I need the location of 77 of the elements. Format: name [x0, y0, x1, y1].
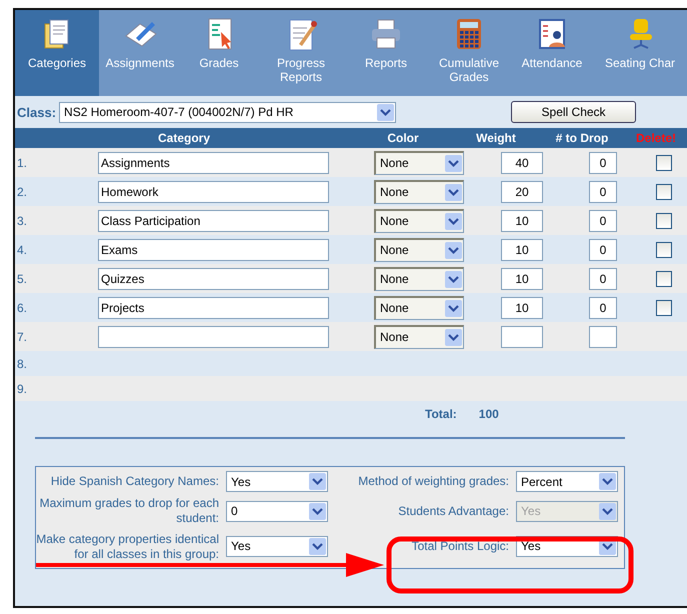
option-label: Method of weighting grades: — [357, 474, 510, 489]
category-field[interactable]: Class Participation — [98, 210, 329, 232]
row-number: 7. — [16, 330, 28, 344]
delete-checkbox[interactable] — [656, 184, 672, 200]
weight-field[interactable]: 40 — [501, 152, 543, 174]
chevron-down-icon — [445, 270, 462, 288]
weight-field[interactable]: 10 — [501, 210, 543, 232]
chevron-down-icon — [599, 473, 616, 490]
delete-checkbox[interactable] — [656, 154, 672, 170]
dropdown[interactable]: Percent — [516, 471, 618, 492]
drop-field[interactable]: 0 — [589, 152, 617, 174]
chevron-down-icon — [445, 154, 462, 172]
option-label: Students Advantage: — [397, 504, 510, 518]
color-dropdown[interactable]: None — [374, 150, 464, 174]
drop-field[interactable] — [589, 326, 617, 348]
column-header: # to Drop — [556, 131, 608, 145]
category-field[interactable]: Assignments — [98, 152, 329, 174]
row-number: 9. — [16, 382, 28, 396]
color-dropdown[interactable]: None — [374, 266, 464, 290]
color-dropdown[interactable]: None — [374, 180, 464, 204]
delete-checkbox[interactable] — [656, 242, 672, 258]
total-label: Total: — [425, 407, 457, 421]
row-number: 6. — [16, 300, 28, 314]
color-dropdown[interactable]: None — [374, 208, 464, 232]
column-header: Delete! — [636, 131, 676, 145]
delete-checkbox[interactable] — [656, 212, 672, 228]
option-label: Make category properties identical for all classes in this group: — [36, 531, 220, 562]
drop-field[interactable]: 0 — [589, 268, 617, 290]
dropdown[interactable]: 0 — [226, 500, 328, 522]
chevron-down-icon — [445, 328, 462, 346]
color-dropdown[interactable]: None — [374, 324, 464, 348]
chevron-down-icon — [445, 184, 462, 200]
row-number: 8. — [16, 356, 28, 370]
chevron-down-icon — [445, 212, 462, 230]
category-field[interactable]: Quizzes — [98, 268, 329, 290]
row-number: 3. — [16, 214, 28, 228]
weight-field[interactable]: 10 — [501, 238, 543, 260]
option-label: Hide Spanish Category Names: — [50, 474, 220, 489]
chevron-down-icon — [445, 300, 462, 316]
color-dropdown[interactable]: None — [374, 238, 464, 262]
delete-checkbox[interactable] — [656, 300, 672, 316]
drop-field[interactable]: 0 — [589, 210, 617, 232]
dropdown[interactable]: Yes — [226, 536, 328, 556]
category-field[interactable]: Homework — [98, 180, 329, 202]
row-number: 1. — [16, 156, 28, 170]
row-number: 4. — [16, 242, 28, 256]
column-header: Color — [387, 131, 419, 145]
chevron-down-icon — [377, 104, 394, 120]
spell-check-button[interactable]: Spell Check — [511, 101, 636, 123]
weight-field[interactable]: 20 — [501, 180, 543, 202]
class-label: Class: — [17, 104, 56, 120]
dropdown[interactable]: Yes — [226, 471, 328, 492]
drop-field[interactable]: 0 — [589, 238, 617, 260]
chevron-down-icon — [309, 473, 326, 490]
weight-field[interactable]: 10 — [501, 296, 543, 318]
chevron-down-icon — [309, 502, 326, 520]
category-field[interactable]: Exams — [98, 238, 329, 260]
toolbar-tab[interactable]: Categories — [15, 10, 99, 96]
column-header: Category — [158, 131, 210, 145]
chevron-down-icon — [309, 538, 326, 554]
column-header: Weight — [476, 131, 516, 145]
category-field[interactable]: Projects — [98, 296, 329, 318]
total-value: 100 — [478, 407, 499, 421]
row-number: 5. — [16, 272, 28, 286]
drop-field[interactable]: 0 — [589, 296, 617, 318]
option-label: Maximum grades to drop for each student: — [38, 496, 220, 526]
row-number: 2. — [16, 184, 28, 198]
weight-field[interactable] — [501, 326, 543, 348]
category-field[interactable] — [98, 326, 329, 348]
color-dropdown[interactable]: None — [374, 296, 464, 320]
weight-field[interactable]: 10 — [501, 268, 543, 290]
chevron-down-icon — [445, 242, 462, 258]
delete-checkbox[interactable] — [656, 270, 672, 286]
drop-field[interactable]: 0 — [589, 180, 617, 202]
option-label: Total Points Logic: — [410, 538, 510, 554]
chevron-down-icon — [599, 502, 616, 520]
class-dropdown[interactable]: NS2 Homeroom-407-7 (004002N/7) Pd HR — [59, 102, 396, 122]
